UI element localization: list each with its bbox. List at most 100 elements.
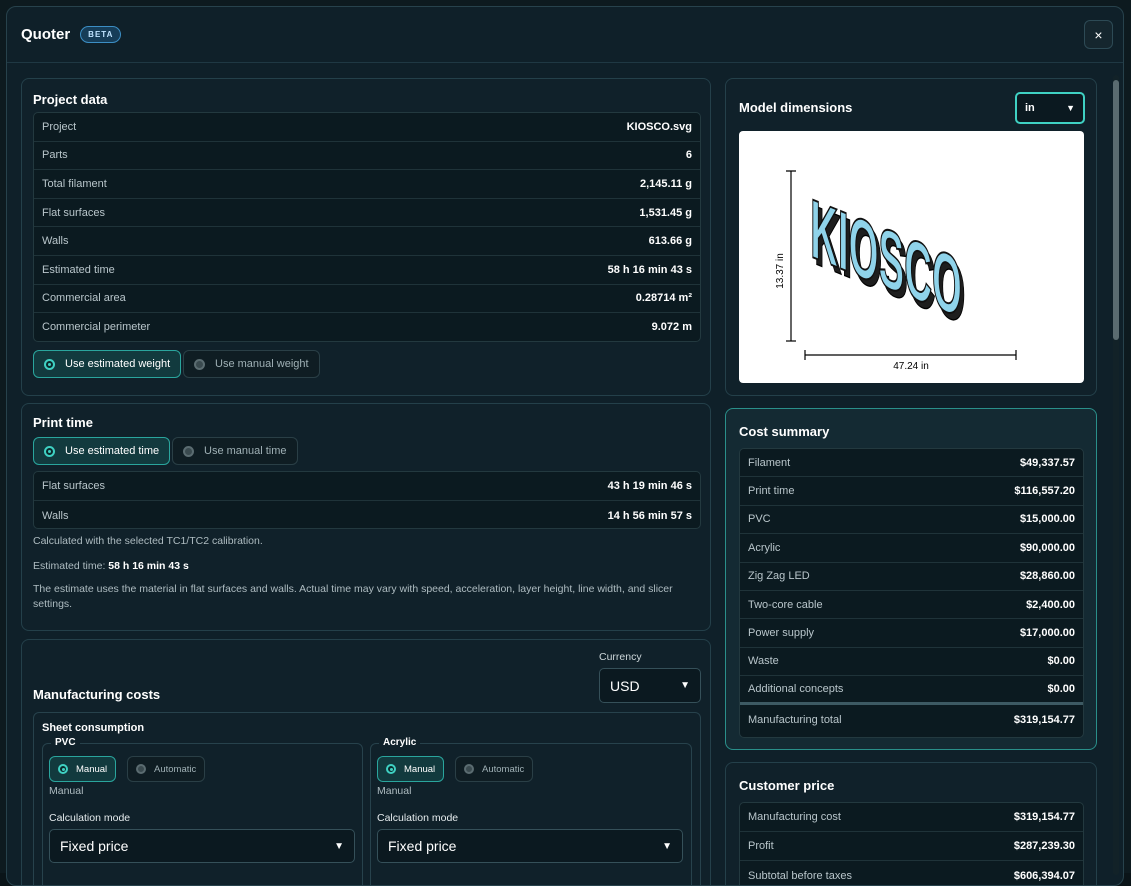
radio-selected-icon <box>58 764 68 774</box>
sheet-consumption-title: Sheet consumption <box>42 722 145 734</box>
row-label: Two-core cable <box>748 598 823 611</box>
currency-label: Currency <box>599 651 642 663</box>
row-label: Additional concepts <box>748 682 844 695</box>
row-value: 613.66 g <box>648 235 692 248</box>
time-disclaimer: The estimate uses the material in flat s… <box>33 583 673 610</box>
manufacturing-costs-panel: Currency USD ▼ Manufacturing costs Sheet… <box>21 639 711 885</box>
model-letters: KIOSCO <box>810 180 962 335</box>
model-dimensions-panel: Model dimensions in ▼ 13.37 in 47.24 in … <box>725 78 1097 396</box>
scrollbar-thumb[interactable] <box>1113 80 1119 340</box>
chevron-down-icon: ▼ <box>334 840 344 852</box>
acrylic-group: Acrylic Manual Automatic Manual Calculat… <box>370 737 692 885</box>
row-label: Filament <box>748 456 791 469</box>
pvc-mode-text: Manual <box>49 785 84 797</box>
table-row: Waste $0.00 <box>740 648 1083 677</box>
table-row: Profit $287,239.30 <box>740 832 1083 861</box>
row-label: Commercial area <box>42 292 126 305</box>
row-label: Manufacturing cost <box>748 811 841 823</box>
row-label: Waste <box>748 655 779 668</box>
unit-value: in <box>1025 102 1035 114</box>
model-preview: 13.37 in 47.24 in KIOSCO KIOSCO <box>739 131 1084 383</box>
row-label: PVC <box>748 513 771 526</box>
use-manual-time-option[interactable]: Use manual time <box>172 437 298 465</box>
row-value: 0.28714 m² <box>635 292 692 305</box>
row-value: $0.00 <box>1047 682 1075 695</box>
customer-price-title: Customer price <box>739 778 835 793</box>
pvc-manual-option[interactable]: Manual <box>49 756 117 782</box>
acrylic-calc-label: Calculation mode <box>377 812 459 824</box>
estimated-time-label: Estimated time: <box>33 560 109 572</box>
radio-unselected-icon <box>464 764 474 774</box>
row-value: $0.00 <box>1047 655 1075 668</box>
row-value: $15,000.00 <box>1019 513 1075 526</box>
row-value: $2,400.00 <box>1026 598 1075 611</box>
modal-header: Quoter BETA × <box>7 7 1123 63</box>
table-row: Flat surfaces 43 h 19 min 46 s <box>34 472 700 501</box>
pvc-automatic-option[interactable]: Automatic <box>127 756 206 782</box>
table-row: Walls 14 h 56 min 57 s <box>34 501 700 528</box>
project-data-table: Project KIOSCO.svg Parts 6 Total filament 2… <box>33 112 701 342</box>
project-data-title: Project data <box>33 92 108 107</box>
radio-unselected-icon <box>136 764 146 774</box>
customer-price-panel: Customer price Manufacturing cost $319,15… <box>725 762 1097 885</box>
use-manual-weight-option[interactable]: Use manual weight <box>183 350 320 378</box>
model-dimensions-title: Model dimensions <box>739 100 853 115</box>
table-row: Acrylic $90,000.00 <box>740 534 1083 563</box>
acrylic-legend: Acrylic <box>379 737 421 748</box>
radio-unselected-icon <box>183 445 194 457</box>
acrylic-calc-value: Fixed price <box>388 838 457 854</box>
project-data-panel: Project data Project KIOSCO.svg Parts 6 To… <box>21 78 711 396</box>
print-time-panel: Print time Use estimated time Use manual… <box>21 403 711 631</box>
row-value: 2,145.11 g <box>640 177 692 190</box>
option-label: Automatic <box>482 763 525 775</box>
customer-price-table: Manufacturing cost $319,154.77 Profit $287… <box>739 802 1084 885</box>
scrollbar[interactable] <box>1113 75 1119 875</box>
table-row: Two-core cable $2,400.00 <box>740 591 1083 620</box>
row-value: $28,860.00 <box>1019 570 1075 583</box>
acrylic-mode-text: Manual <box>377 785 412 797</box>
row-value: $287,239.30 <box>1013 840 1075 852</box>
sheet-consumption-group: Sheet consumption PVC Manual Automatic M… <box>33 712 701 885</box>
use-estimated-time-option[interactable]: Use estimated time <box>33 437 171 465</box>
use-estimated-weight-option[interactable]: Use estimated weight <box>33 350 182 378</box>
acrylic-automatic-option[interactable]: Automatic <box>455 756 534 782</box>
pvc-calc-select[interactable]: Fixed price ▼ <box>49 829 355 863</box>
row-label: Flat surfaces <box>42 206 105 219</box>
row-value: 58 h 16 min 43 s <box>607 263 692 276</box>
table-row: Filament $49,337.57 <box>740 449 1083 478</box>
radio-unselected-icon <box>194 358 205 370</box>
row-label: Flat surfaces <box>42 480 105 492</box>
close-icon: × <box>1094 26 1103 43</box>
table-row: Power supply $17,000.00 <box>740 619 1083 648</box>
chevron-down-icon: ▼ <box>1066 103 1075 113</box>
row-label: Subtotal before taxes <box>748 869 852 882</box>
beta-badge: BETA <box>80 26 122 43</box>
table-row: Flat surfaces 1,531.45 g <box>34 199 700 228</box>
row-label: Commercial perimeter <box>42 321 151 334</box>
close-button[interactable]: × <box>1084 20 1113 49</box>
pvc-calc-value: Fixed price <box>60 838 129 854</box>
row-label: Power supply <box>748 627 815 640</box>
acrylic-calc-select[interactable]: Fixed price ▼ <box>377 829 683 863</box>
table-row: Walls 613.66 g <box>34 227 700 256</box>
manufacturing-total-row: Manufacturing total $319,154.77 <box>740 705 1083 735</box>
acrylic-manual-option[interactable]: Manual <box>377 756 445 782</box>
table-row: Print time $116,557.20 <box>740 477 1083 506</box>
pvc-calc-label: Calculation mode <box>49 812 131 824</box>
currency-select[interactable]: USD ▼ <box>599 668 701 703</box>
total-label: Manufacturing total <box>748 713 842 726</box>
print-time-table: Flat surfaces 43 h 19 min 46 s Walls 14 h … <box>33 471 701 529</box>
table-row: PVC $15,000.00 <box>740 506 1083 535</box>
estimated-time-value: 58 h 16 min 43 s <box>108 560 189 572</box>
row-label: Profit <box>748 840 774 852</box>
unit-select[interactable]: in ▼ <box>1015 92 1085 124</box>
row-label: Estimated time <box>42 263 115 276</box>
table-row: Project KIOSCO.svg <box>34 113 700 142</box>
table-row: Estimated time 58 h 16 min 43 s <box>34 256 700 285</box>
row-label: Walls <box>42 509 69 522</box>
chevron-down-icon: ▼ <box>662 840 672 852</box>
radio-selected-icon <box>44 358 55 370</box>
table-row: Zig Zag LED $28,860.00 <box>740 563 1083 591</box>
row-value: $17,000.00 <box>1019 627 1075 640</box>
row-value: $606,394.07 <box>1013 869 1075 882</box>
